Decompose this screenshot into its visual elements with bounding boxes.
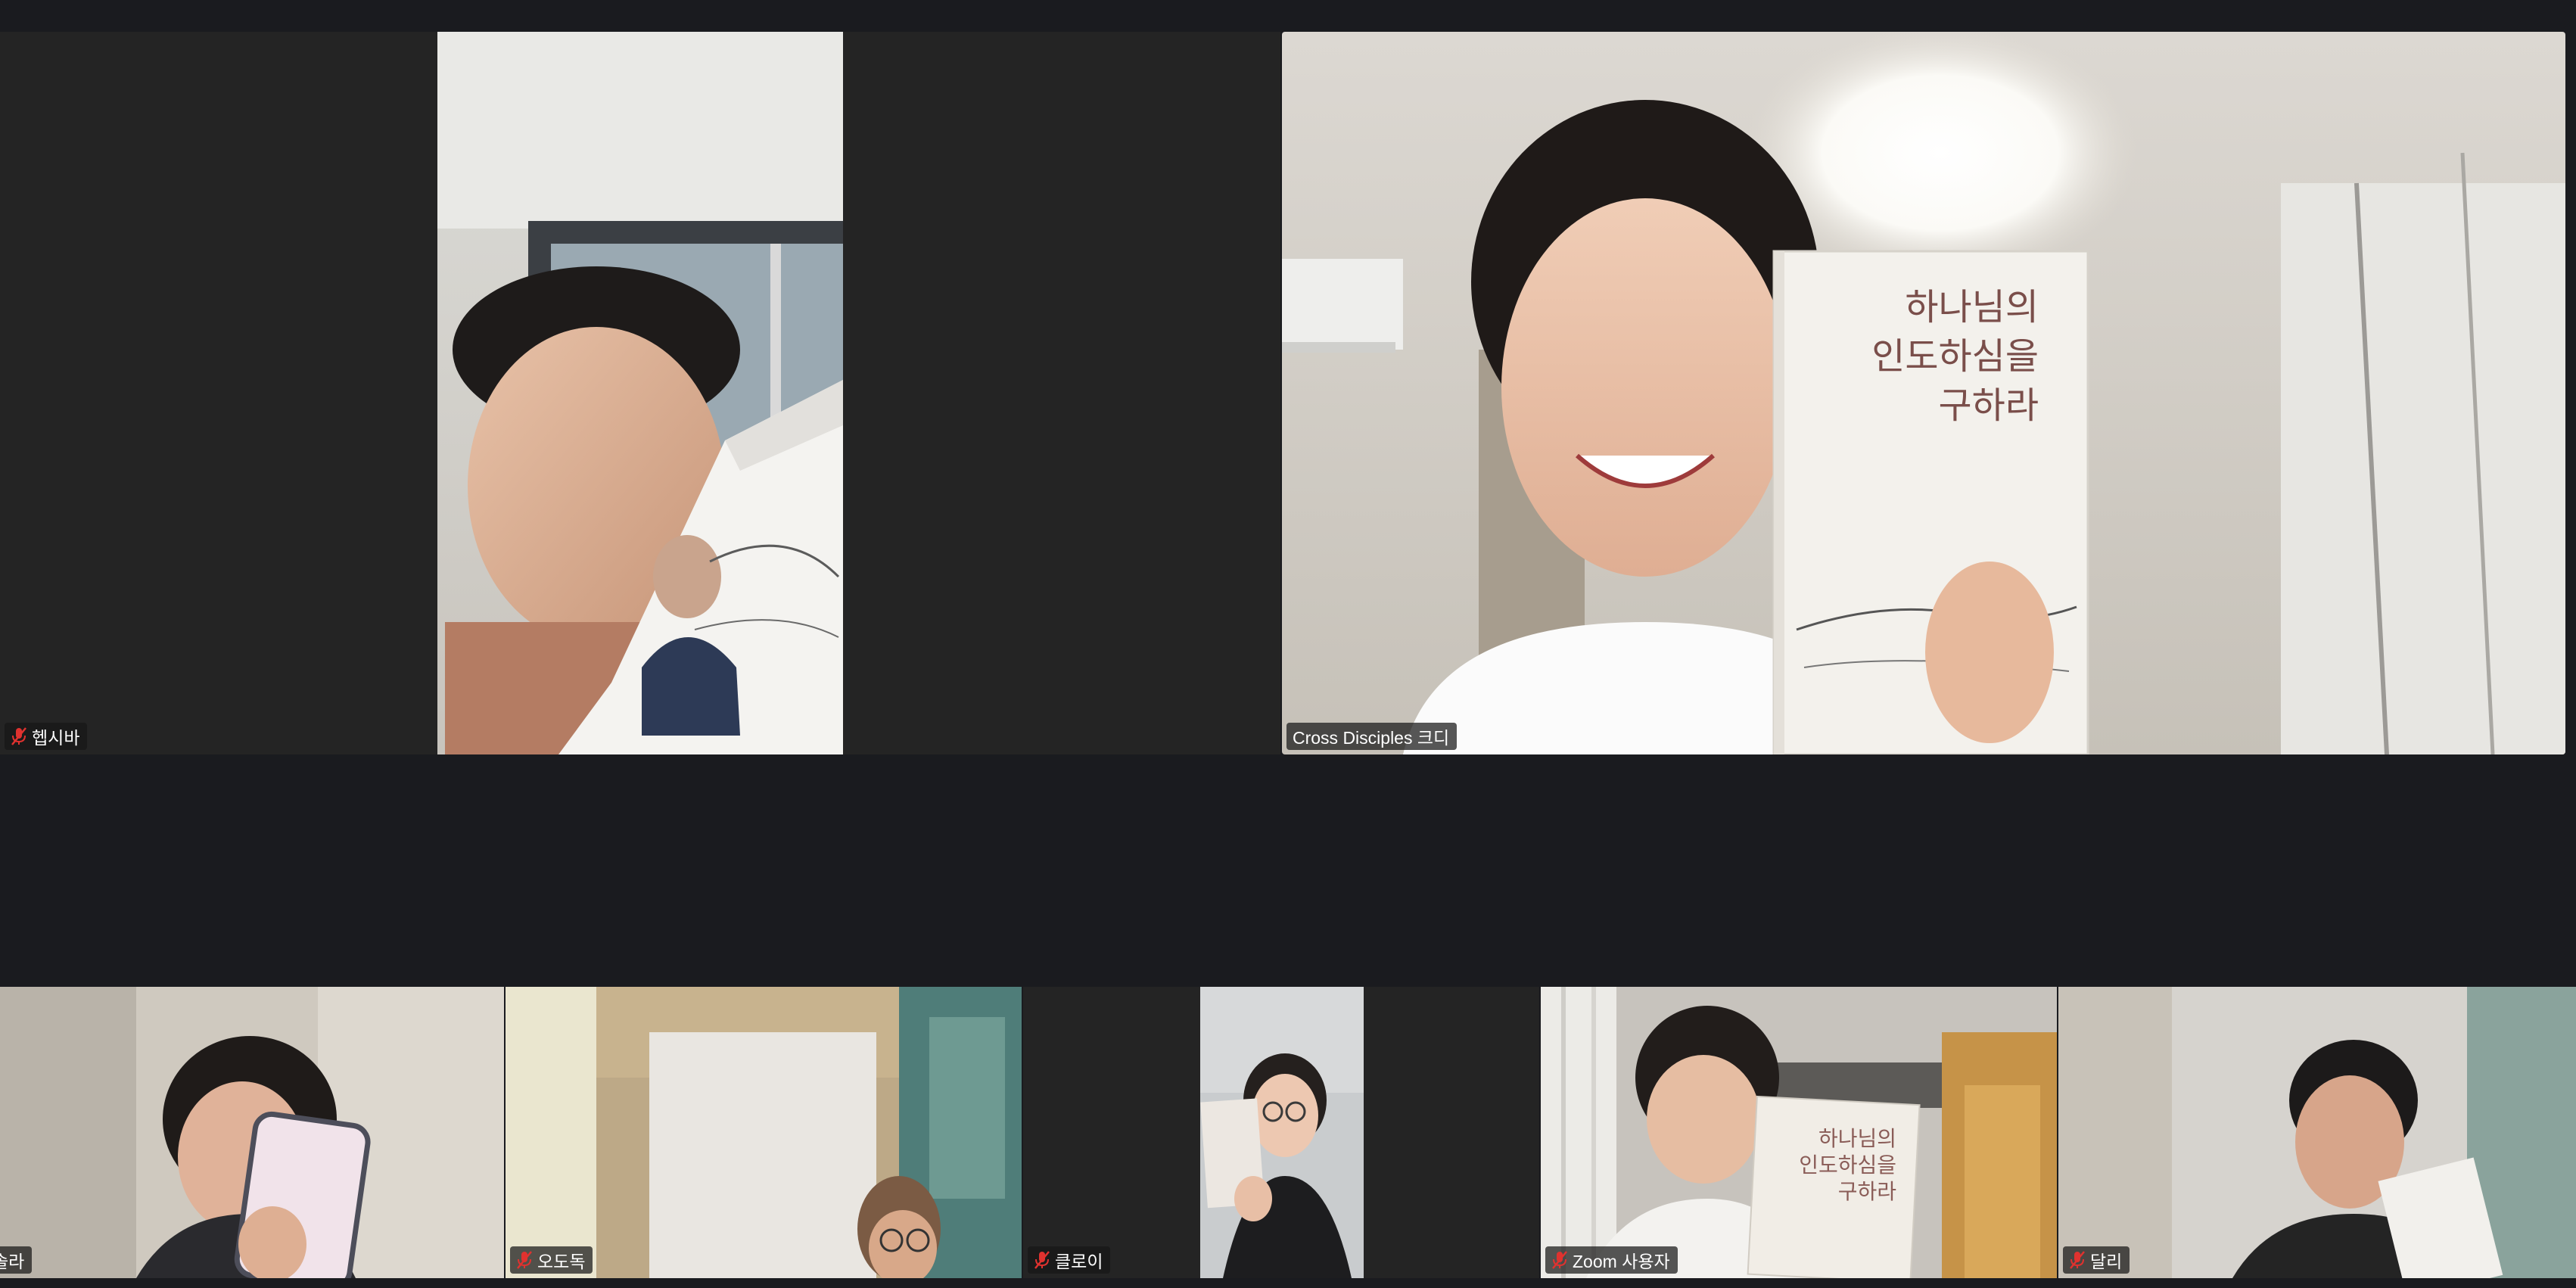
- book-title-line-3: 구하라: [1939, 384, 2039, 427]
- participant-video-7: [2058, 987, 2576, 1278]
- participant-tile-4[interactable]: 오도독: [506, 987, 1022, 1278]
- book-title-line-1: 하나님의: [1905, 286, 2039, 328]
- participant-tile-2[interactable]: 하나님의 인도하심을 구하라 Cross Disciples 크디: [1282, 32, 2565, 754]
- participant-name-5: 클로이: [1055, 1252, 1103, 1271]
- participant-tile-5[interactable]: 클로이: [1023, 987, 1539, 1278]
- participant-video-6: 하나님의 인도하심을 구하라: [1541, 987, 2057, 1278]
- mic-muted-icon: [516, 1250, 533, 1270]
- participant-nameplate-5: 클로이: [1028, 1246, 1111, 1274]
- mic-muted-icon: [1034, 1250, 1050, 1270]
- book-title-line-2: 인도하심을: [1799, 1153, 1896, 1178]
- participant-name-2: Cross Disciples 크디: [1293, 728, 1450, 748]
- participant-tile-1[interactable]: 헵시바: [0, 32, 1280, 754]
- participant-tile-3[interactable]: 솔라: [0, 987, 504, 1278]
- participant-video-1: [437, 32, 843, 754]
- participant-tile-6[interactable]: 하나님의 인도하심을 구하라 Zoom 사용자: [1541, 987, 2057, 1278]
- book-title-line-2: 인도하심을: [1871, 335, 2039, 378]
- book-title-line-3: 구하라: [1838, 1179, 1896, 1204]
- participant-nameplate-4: 오도독: [510, 1246, 593, 1274]
- participant-video-4: [506, 987, 1022, 1278]
- participant-nameplate-3: 솔라: [0, 1246, 33, 1274]
- mic-muted-icon: [1551, 1250, 1568, 1270]
- participant-nameplate-7: 달리: [2063, 1246, 2130, 1274]
- participant-name-1: 헵시바: [32, 728, 80, 748]
- participant-name-7: 달리: [2090, 1252, 2123, 1271]
- participant-name-6: Zoom 사용자: [1573, 1252, 1670, 1271]
- mic-muted-icon: [2069, 1250, 2086, 1270]
- participant-name-4: 오도독: [537, 1252, 586, 1271]
- participant-nameplate-2: Cross Disciples 크디: [1286, 723, 1458, 750]
- mic-muted-icon: [11, 726, 27, 746]
- participant-nameplate-1: 헵시바: [5, 723, 88, 750]
- participant-tile-7[interactable]: 달리: [2058, 987, 2576, 1278]
- participant-name-3: 솔라: [0, 1252, 25, 1271]
- participant-nameplate-6: Zoom 사용자: [1545, 1246, 1678, 1274]
- participant-video-3: [0, 987, 504, 1278]
- participant-video-2: 하나님의 인도하심을 구하라: [1282, 32, 2565, 754]
- gallery-view: 헵시바 하나님의 인도하심을 구하라 Cross Disciples 크디 솔라…: [0, 0, 2576, 1288]
- participant-video-5: [1200, 987, 1364, 1278]
- book-title-line-1: 하나님의: [1818, 1126, 1896, 1151]
